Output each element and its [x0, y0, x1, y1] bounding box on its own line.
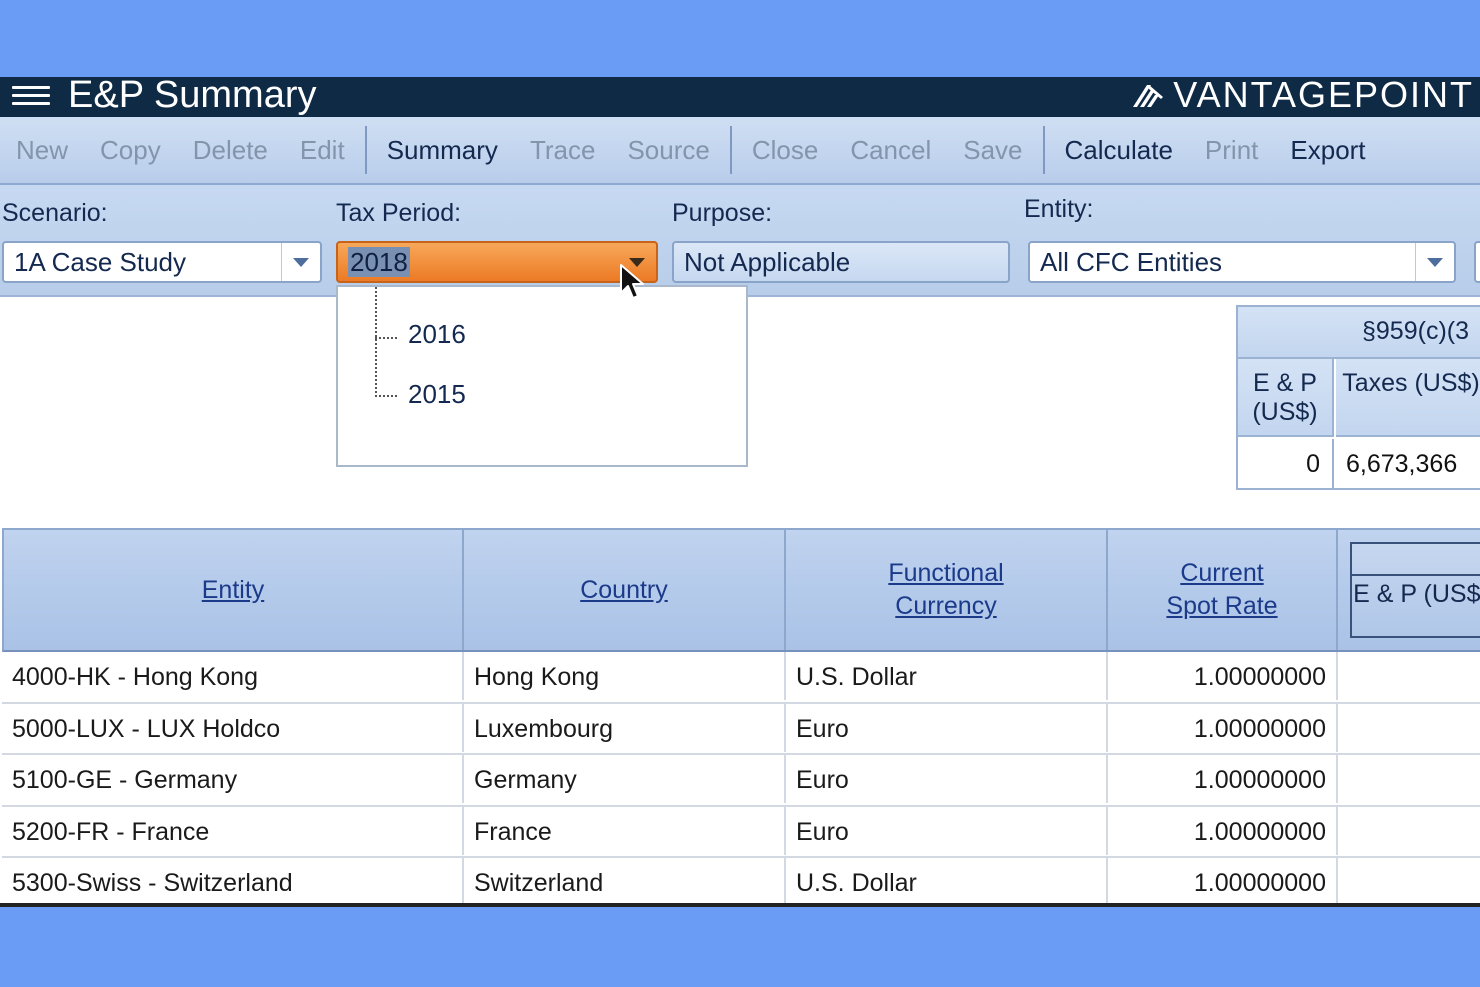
cancel-button[interactable]: Cancel — [834, 117, 947, 183]
new-button[interactable]: New — [0, 117, 84, 183]
toolbar-divider — [1042, 126, 1045, 174]
ep-cell — [1338, 652, 1480, 700]
sort-by-entity-link[interactable]: Entity — [202, 574, 265, 607]
ep-cell — [1338, 858, 1480, 906]
grid-body: 4000-HK - Hong Kong Hong Kong U.S. Dolla… — [2, 652, 1480, 907]
entity-cell: 5200-FR - France — [2, 806, 464, 855]
column-header-ep: E & P (US$) — [1350, 542, 1480, 638]
entity-grid: Entity Country Functional Currency Curre… — [2, 528, 1480, 907]
tax-period-select[interactable]: 2018 — [336, 241, 658, 283]
ep-column-label: E & P (US$) — [1353, 580, 1480, 608]
sort-by-spot-rate-link[interactable]: Current Spot Rate — [1152, 557, 1292, 623]
currency-cell: Euro — [786, 806, 1108, 855]
save-button[interactable]: Save — [947, 117, 1038, 183]
section-959-title: §959(c)(3 — [1362, 317, 1469, 345]
ep-value: 0 — [1238, 439, 1334, 489]
toolbar-divider — [729, 126, 732, 174]
entity-cell: 5100-GE - Germany — [2, 755, 464, 804]
entity-cell: 5300-Swiss - Switzerland — [2, 858, 464, 907]
dropdown-option-2015[interactable]: 2015 — [408, 379, 466, 410]
grid-bottom-border — [0, 903, 1480, 907]
scenario-select[interactable]: 1A Case Study — [2, 241, 322, 283]
entity-label: Entity: — [1024, 195, 1094, 223]
table-row[interactable]: 4000-HK - Hong Kong Hong Kong U.S. Dolla… — [2, 652, 1480, 704]
brand-name: VANTAGEPOINT — [1173, 77, 1474, 115]
purpose-field[interactable]: Not Applicable — [672, 241, 1010, 283]
table-row[interactable]: 5200-FR - France France Euro 1.00000000 — [2, 806, 1480, 859]
export-button[interactable]: Export — [1274, 117, 1381, 183]
spot-rate-cell: 1.00000000 — [1108, 652, 1338, 700]
ep-cell — [1338, 755, 1480, 803]
menu-icon[interactable] — [12, 86, 50, 108]
print-button[interactable]: Print — [1189, 117, 1274, 183]
dropdown-option-2016[interactable]: 2016 — [408, 319, 466, 350]
trace-button[interactable]: Trace — [514, 117, 612, 183]
source-button[interactable]: Source — [611, 117, 725, 183]
currency-cell: Euro — [786, 755, 1108, 804]
spot-rate-cell: 1.00000000 — [1108, 703, 1338, 752]
ep-cell — [1338, 704, 1480, 752]
delete-button[interactable]: Delete — [177, 117, 284, 183]
edit-button[interactable]: Edit — [284, 117, 361, 183]
country-cell: Hong Kong — [464, 652, 786, 700]
taxes-value: 6,673,366 — [1346, 450, 1458, 478]
toolbar: New Copy Delete Edit Summary Trace Sourc… — [0, 117, 1480, 185]
ep-cell — [1338, 807, 1480, 855]
tree-line — [375, 395, 397, 397]
chevron-down-icon[interactable] — [1415, 243, 1454, 281]
calculate-button[interactable]: Calculate — [1049, 117, 1189, 183]
country-cell: Germany — [464, 755, 786, 804]
close-button[interactable]: Close — [736, 117, 834, 183]
section-959-header: §959(c)(3 — [1238, 307, 1480, 359]
table-row[interactable]: 5100-GE - Germany Germany Euro 1.0000000… — [2, 755, 1480, 807]
section-959-table: §959(c)(3 E & P (US$) Taxes (US$) 0 6,67… — [1236, 305, 1480, 490]
tree-line — [375, 337, 397, 339]
brand-logo: VANTAGEPOINT — [1131, 77, 1474, 115]
currency-cell: U.S. Dollar — [786, 652, 1108, 700]
entity-value: All CFC Entities — [1040, 247, 1223, 277]
column-header-country: Country — [464, 530, 786, 650]
entity-cell: 5000-LUX - LUX Holdco — [2, 703, 464, 752]
tax-period-label: Tax Period: — [336, 199, 462, 227]
next-filter-select[interactable] — [1474, 241, 1480, 283]
column-header-spot-rate: Current Spot Rate — [1108, 530, 1338, 650]
summary-button[interactable]: Summary — [371, 117, 514, 183]
title-bar: E&P Summary VANTAGEPOINT — [0, 77, 1480, 117]
table-row[interactable]: 5000-LUX - LUX Holdco Luxembourg Euro 1.… — [2, 703, 1480, 756]
spot-rate-cell: 1.00000000 — [1108, 755, 1338, 804]
country-cell: Luxembourg — [464, 703, 786, 752]
sort-by-currency-link[interactable]: Functional Currency — [871, 557, 1021, 623]
currency-cell: U.S. Dollar — [786, 858, 1108, 907]
toolbar-divider — [364, 126, 367, 174]
chevron-down-icon[interactable] — [281, 243, 320, 281]
grid-header: Entity Country Functional Currency Curre… — [2, 528, 1480, 652]
tax-period-value: 2018 — [348, 247, 410, 277]
entity-cell: 4000-HK - Hong Kong — [2, 652, 464, 700]
country-cell: Switzerland — [464, 858, 786, 907]
column-group-header — [1352, 544, 1480, 576]
column-header-currency: Functional Currency — [786, 530, 1108, 650]
spot-rate-cell: 1.00000000 — [1108, 806, 1338, 855]
currency-cell: Euro — [786, 703, 1108, 752]
tax-period-dropdown: 2016 2015 — [336, 285, 748, 467]
country-cell: France — [464, 806, 786, 855]
tree-line — [375, 287, 377, 397]
taxes-column-header: Taxes (US$) — [1336, 359, 1480, 437]
brand-logo-icon — [1133, 85, 1164, 107]
mouse-cursor-icon — [620, 264, 644, 299]
ep-column-header: E & P (US$) — [1238, 359, 1334, 437]
column-header-entity: Entity — [4, 530, 464, 650]
entity-select[interactable]: All CFC Entities — [1028, 241, 1456, 283]
scenario-label: Scenario: — [2, 199, 108, 227]
spot-rate-cell: 1.00000000 — [1108, 858, 1338, 907]
purpose-value: Not Applicable — [684, 247, 851, 277]
purpose-label: Purpose: — [672, 199, 773, 227]
filter-bar: Scenario: 1A Case Study Tax Period: 2018… — [0, 185, 1480, 297]
sort-by-country-link[interactable]: Country — [580, 574, 668, 607]
app-window: E&P Summary VANTAGEPOINT New Copy Delete… — [0, 77, 1480, 907]
table-row[interactable]: 5300-Swiss - Switzerland Switzerland U.S… — [2, 858, 1480, 907]
page-title: E&P Summary — [68, 77, 317, 116]
scenario-value: 1A Case Study — [14, 247, 186, 277]
copy-button[interactable]: Copy — [84, 117, 177, 183]
